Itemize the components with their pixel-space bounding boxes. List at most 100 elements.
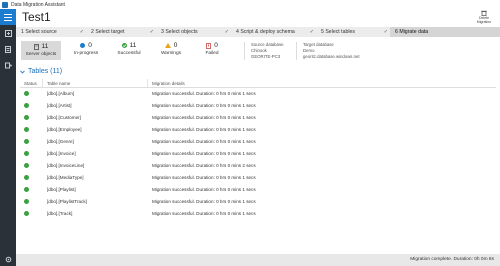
status-cell xyxy=(20,88,42,100)
success-check-icon xyxy=(24,198,29,204)
source-server-name: GEORITE-PC3 xyxy=(251,54,281,59)
migration-details-cell: Migration successful. Duration: 0 hrs 0 … xyxy=(152,103,256,108)
table-row[interactable]: [dbo].[Customer] Migration successful. Du… xyxy=(20,112,496,124)
tables-section-title: Tables (11) xyxy=(28,68,63,75)
step-label: 5 Select tables xyxy=(321,29,356,35)
status-cell xyxy=(20,148,42,160)
table-name-cell: [dbo].[Playlist] xyxy=(47,187,76,192)
table-row[interactable]: [dbo].[Employee] Migration successful. Du… xyxy=(20,124,496,136)
step-check-icon: ✓ xyxy=(224,29,229,35)
new-project-button[interactable] xyxy=(0,25,16,41)
successful-tile[interactable]: 11 Successful xyxy=(112,42,146,56)
migration-details-cell: Migration successful. Duration: 0 hrs 0 … xyxy=(152,127,256,132)
table-row[interactable]: [dbo].[Playlist] Migration successful. Du… xyxy=(20,184,496,196)
migration-details-cell: Migration successful. Duration: 0 hrs 0 … xyxy=(152,91,256,96)
page-header: Test1 Delete Migration xyxy=(16,9,500,26)
migration-button[interactable] xyxy=(0,57,16,73)
new-project-icon xyxy=(4,29,12,37)
success-check-icon xyxy=(24,174,29,180)
menu-button[interactable] xyxy=(0,9,16,25)
table-name-cell: [dbo].[MediaType] xyxy=(47,175,84,180)
tables-grid: Status Table name Migration details [dbo… xyxy=(20,79,496,220)
chevron-down-icon xyxy=(20,70,25,74)
migration-details-cell: Migration successful. Duration: 0 hrs 0 … xyxy=(152,139,256,144)
server-objects-count: 11 xyxy=(41,43,49,50)
migration-details-cell: Migration successful. Duration: 0 hrs 0 … xyxy=(152,163,256,168)
status-cell xyxy=(20,136,42,148)
table-row[interactable]: [dbo].[Genre] Migration successful. Durat… xyxy=(20,136,496,148)
in-progress-tile[interactable]: 0 In-progress xyxy=(69,42,103,56)
table-row[interactable]: [dbo].[Track] Migration successful. Durat… xyxy=(20,208,496,220)
table-name-cell: [dbo].[InvoiceLine] xyxy=(47,163,85,168)
status-cell xyxy=(20,172,42,184)
successful-count: 11 xyxy=(129,42,137,49)
assessment-icon xyxy=(5,45,11,53)
project-title: Test1 xyxy=(22,10,51,24)
assessment-button[interactable] xyxy=(0,41,16,57)
success-check-icon xyxy=(121,43,127,48)
table-row[interactable]: [dbo].[Artist] Migration successful. Dura… xyxy=(20,100,496,112)
step-label: 2 Select target xyxy=(91,29,125,35)
step-select-target[interactable]: 2 Select target ✓ xyxy=(86,27,156,37)
app-logo-icon xyxy=(2,1,8,8)
table-row[interactable]: [dbo].[Invoice] Migration successful. Dur… xyxy=(20,148,496,160)
table-name-column-header[interactable]: Table name xyxy=(42,79,147,87)
table-body: [dbo].[Album] Migration successful. Durat… xyxy=(20,88,496,220)
step-label: 4 Script & deploy schema xyxy=(236,29,295,35)
step-select-objects[interactable]: 3 Select objects ✓ xyxy=(156,27,231,37)
delete-migration-button[interactable]: Delete Migration xyxy=(474,9,494,24)
step-label: 3 Select objects xyxy=(161,29,198,35)
step-label: 6 Migrate data xyxy=(395,29,429,35)
failed-label: Failed xyxy=(205,51,219,56)
warnings-tile[interactable]: 0 Warnings xyxy=(154,42,188,56)
migration-details-cell: Migration successful. Duration: 0 hrs 0 … xyxy=(152,151,256,156)
status-column-header[interactable]: Status xyxy=(20,79,42,87)
step-migrate-data[interactable]: 6 Migrate data xyxy=(390,27,500,37)
failed-tile[interactable]: 0 Failed xyxy=(197,42,227,56)
server-objects-tile[interactable]: 11 Server objects xyxy=(21,41,61,60)
target-server-name: georitz.database.windows.net xyxy=(303,54,360,59)
table-name-cell: [dbo].[Customer] xyxy=(47,115,81,120)
step-check-icon: ✓ xyxy=(149,29,154,35)
step-script-deploy-schema[interactable]: 4 Script & deploy schema ✓ xyxy=(231,27,316,37)
in-progress-label: In-progress xyxy=(73,51,99,56)
step-label: 1 Select source xyxy=(21,29,57,35)
warnings-count: 0 xyxy=(173,42,178,49)
table-row[interactable]: [dbo].[PlaylistTrack] Migration successfu… xyxy=(20,196,496,208)
server-objects-label: Server objects xyxy=(25,52,57,57)
migration-details-cell: Migration successful. Duration: 0 hrs 0 … xyxy=(152,175,256,180)
table-name-cell: [dbo].[Employee] xyxy=(47,127,82,132)
table-name-cell: [dbo].[PlaylistTrack] xyxy=(47,199,87,204)
migration-icon xyxy=(4,62,12,68)
status-cell xyxy=(20,160,42,172)
table-name-cell: [dbo].[Genre] xyxy=(47,139,74,144)
in-progress-count: 0 xyxy=(88,42,92,49)
step-select-source[interactable]: 1 Select source ✓ xyxy=(16,27,86,37)
warnings-label: Warnings xyxy=(160,51,182,56)
step-check-icon: ✓ xyxy=(309,29,314,35)
table-row[interactable]: [dbo].[MediaType] Migration successful. D… xyxy=(20,172,496,184)
migration-details-column-header[interactable]: Migration details xyxy=(147,79,496,87)
success-check-icon xyxy=(24,90,29,96)
successful-label: Successful xyxy=(117,51,141,56)
target-database-info: Target database Demo georitz.database.wi… xyxy=(296,42,360,60)
success-check-icon xyxy=(24,102,29,108)
success-check-icon xyxy=(24,186,29,192)
settings-button[interactable] xyxy=(0,256,16,263)
source-database-info: Source database Chinook GEORITE-PC3 xyxy=(244,42,284,60)
table-row[interactable]: [dbo].[InvoiceLine] Migration successful.… xyxy=(20,160,496,172)
table-name-cell: [dbo].[Invoice] xyxy=(47,151,76,156)
tables-section-toggle[interactable]: Tables (11) xyxy=(20,68,62,75)
settings-icon xyxy=(5,256,11,263)
table-row[interactable]: [dbo].[Album] Migration successful. Durat… xyxy=(20,88,496,100)
success-check-icon xyxy=(24,162,29,168)
success-check-icon xyxy=(24,138,29,144)
status-cell xyxy=(20,184,42,196)
menu-icon xyxy=(4,13,12,21)
window-titlebar: Data Migration Assistant xyxy=(0,0,500,9)
status-bar: Migration complete. Duration: 0h 0m 8s xyxy=(16,254,500,266)
failed-icon xyxy=(206,42,212,49)
step-select-tables[interactable]: 5 Select tables ✓ xyxy=(316,27,390,37)
success-check-icon xyxy=(24,126,29,132)
status-cell xyxy=(20,124,42,136)
